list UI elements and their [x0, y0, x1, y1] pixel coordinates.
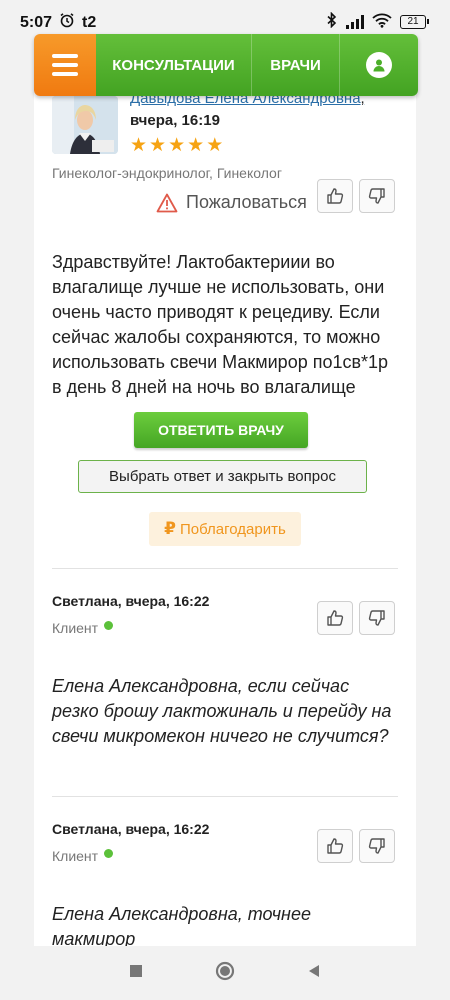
doctor-answer-text: Здравствуйте! Лактобактериии во влагалищ… [52, 252, 389, 397]
thumbs-down-icon [368, 610, 385, 626]
online-status-icon [104, 620, 114, 630]
rating-stars: ★ ★ ★ ★ ★ [130, 136, 223, 155]
nav-consultations[interactable]: КОНСУЛЬТАЦИИ [96, 34, 252, 96]
client-role-label: Клиент [52, 620, 99, 636]
divider [52, 568, 398, 569]
square-icon [130, 964, 142, 977]
message-rating-buttons [317, 829, 395, 863]
profile-button[interactable] [340, 34, 418, 96]
answer-date: вчера, 16:19 [130, 112, 220, 129]
thumbs-up-icon [327, 188, 344, 204]
complain-link[interactable]: Пожаловаться [156, 192, 307, 213]
client-message-text: Елена Александровна, точнее макмирор [52, 904, 311, 946]
like-button[interactable] [317, 829, 353, 863]
client-author-date: Светлана, вчера, 16:22 [52, 593, 210, 609]
like-button[interactable] [317, 601, 353, 635]
user-icon [366, 52, 392, 78]
signal-icon [346, 14, 364, 29]
circle-icon [215, 961, 235, 980]
reply-to-doctor-button[interactable]: ОТВЕТИТЬ ВРАЧУ [134, 412, 308, 448]
doctor-specialty: Гинеколог-эндокринолог, Гинеколог [52, 165, 282, 181]
thumbs-down-icon [368, 188, 385, 204]
star-icon: ★ [149, 135, 167, 156]
warning-icon [156, 193, 178, 212]
choose-answer-button[interactable]: Выбрать ответ и закрыть вопрос [78, 460, 367, 493]
star-icon: ★ [168, 135, 186, 156]
top-nav: КОНСУЛЬТАЦИИ ВРАЧИ [34, 34, 418, 96]
divider [52, 796, 398, 797]
hamburger-menu-button[interactable] [34, 34, 96, 96]
thank-button[interactable]: ₽ Поблагодарить [149, 512, 301, 546]
doctor-avatar[interactable] [52, 96, 118, 154]
system-nav-bar [0, 946, 450, 1000]
client-message-text: Елена Александровна, если сейчас резко б… [52, 676, 392, 746]
client-role: Клиент [52, 848, 114, 864]
thumbs-down-icon [368, 838, 385, 854]
star-icon: ★ [187, 135, 205, 156]
bluetooth-icon [326, 11, 338, 31]
triangle-back-icon [309, 964, 319, 977]
client-author-date: Светлана, вчера, 16:22 [52, 821, 210, 837]
dislike-button[interactable] [359, 601, 395, 635]
battery-icon: 21 [400, 14, 429, 29]
thumbs-up-icon [327, 838, 344, 854]
star-icon: ★ [130, 135, 148, 156]
alarm-icon [59, 12, 75, 33]
online-status-icon [104, 848, 114, 858]
answer-rating-buttons [317, 179, 395, 213]
star-icon: ★ [206, 135, 224, 156]
dislike-button[interactable] [359, 829, 395, 863]
ruble-icon: ₽ [164, 519, 177, 538]
recent-apps-button[interactable] [128, 963, 144, 984]
client-role-label: Клиент [52, 848, 99, 864]
dislike-button[interactable] [359, 179, 395, 213]
clock: 5:07 [20, 13, 53, 31]
complain-label: Пожаловаться [186, 192, 307, 212]
nav-doctors[interactable]: ВРАЧИ [252, 34, 340, 96]
message-rating-buttons [317, 601, 395, 635]
like-button[interactable] [317, 179, 353, 213]
wifi-icon [372, 13, 392, 31]
home-button[interactable] [214, 960, 236, 987]
thank-label: Поблагодарить [180, 520, 286, 538]
thumbs-up-icon [327, 610, 344, 626]
client-role: Клиент [52, 620, 114, 636]
back-button[interactable] [306, 963, 322, 984]
carrier-label: t2 [82, 13, 97, 31]
